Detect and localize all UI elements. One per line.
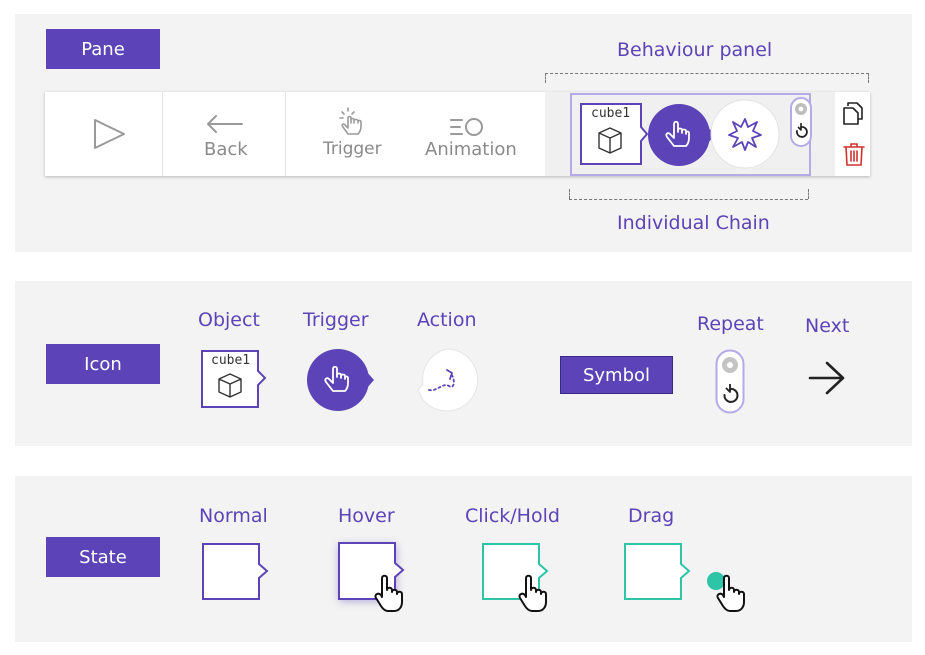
hand-cursor-icon bbox=[518, 574, 547, 612]
delete-icon[interactable] bbox=[843, 142, 865, 166]
trigger-button[interactable]: Trigger bbox=[323, 139, 382, 159]
object-icon-name: cube1 bbox=[211, 353, 251, 368]
behaviour-panel-bracket-left bbox=[545, 73, 546, 83]
back-arrow-icon[interactable] bbox=[205, 114, 243, 134]
behaviour-panel-bracket bbox=[545, 73, 869, 74]
chain-object-name: cube1 bbox=[591, 106, 631, 121]
normal-label: Normal bbox=[199, 505, 268, 527]
state-tag: State bbox=[46, 537, 160, 577]
repeat-label: Repeat bbox=[697, 313, 764, 335]
normal-state-box bbox=[202, 543, 269, 600]
hover-label: Hover bbox=[338, 505, 395, 527]
pane-tag: Pane bbox=[46, 29, 160, 69]
next-arrow-icon bbox=[808, 361, 845, 395]
icon-tag: Icon bbox=[46, 344, 160, 384]
chain-repeat-symbol[interactable] bbox=[790, 97, 812, 147]
hand-cursor-icon bbox=[716, 574, 745, 612]
hand-cursor-icon bbox=[374, 574, 403, 612]
trigger-label: Trigger bbox=[303, 309, 369, 331]
drag-state-box bbox=[624, 543, 691, 600]
individual-chain-bracket-right bbox=[808, 189, 809, 199]
toolbar-divider bbox=[285, 92, 286, 176]
symbol-tag: Symbol bbox=[560, 356, 673, 394]
repeat-symbol bbox=[715, 349, 745, 414]
toolbar-divider bbox=[162, 92, 163, 176]
trigger-icon bbox=[307, 349, 374, 411]
behaviour-panel-bracket-right bbox=[868, 73, 869, 83]
action-icon bbox=[417, 348, 479, 412]
behaviour-panel-label: Behaviour panel bbox=[617, 39, 773, 61]
action-label: Action bbox=[417, 309, 477, 331]
individual-chain-bracket-left bbox=[569, 189, 570, 199]
back-button[interactable]: Back bbox=[204, 139, 248, 160]
animation-icon[interactable] bbox=[449, 116, 485, 138]
drag-label: Drag bbox=[628, 505, 675, 527]
individual-chain-bracket bbox=[569, 199, 808, 200]
next-label: Next bbox=[805, 315, 850, 337]
click-hold-label: Click/Hold bbox=[465, 505, 560, 527]
animation-button[interactable]: Animation bbox=[425, 139, 517, 160]
individual-chain-label: Individual Chain bbox=[617, 212, 770, 234]
chain-action-icon[interactable] bbox=[710, 99, 780, 169]
copy-icon[interactable] bbox=[842, 101, 864, 125]
play-icon[interactable] bbox=[92, 118, 126, 150]
trigger-tap-icon[interactable] bbox=[338, 106, 366, 138]
object-label: Object bbox=[198, 309, 260, 331]
